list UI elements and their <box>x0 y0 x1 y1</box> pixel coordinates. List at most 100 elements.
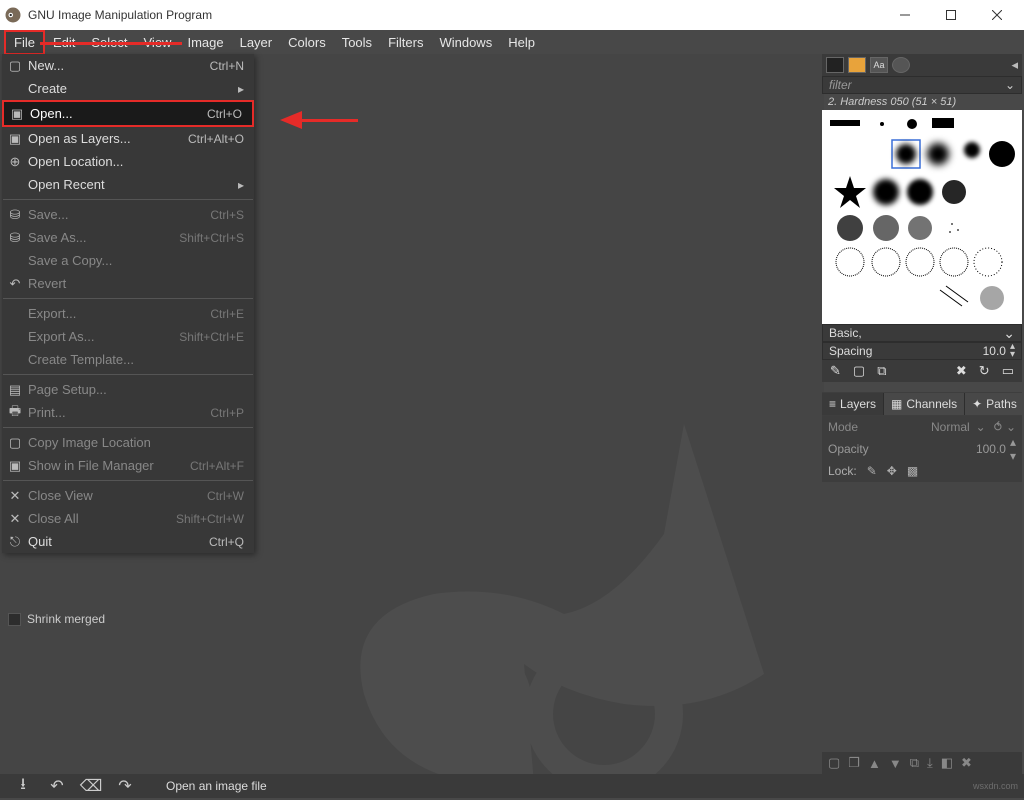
lock-paint-icon[interactable]: ✎ <box>867 464 877 478</box>
shrink-merged-option[interactable]: Shrink merged <box>8 612 105 626</box>
watermark: wsxdn.com <box>973 781 1018 791</box>
lock-alpha-icon[interactable]: ▩ <box>907 464 918 478</box>
title-bar: GNU Image Manipulation Program <box>0 0 1024 30</box>
menu-item-open-as-layers[interactable]: ▣Open as Layers...Ctrl+Alt+O <box>2 127 254 150</box>
delete-brush-icon[interactable]: ✖ <box>956 363 967 379</box>
new-layer-icon[interactable]: ▢ <box>828 755 840 771</box>
menu-item-revert[interactable]: ↶Revert <box>2 272 254 295</box>
menu-item-icon: ▢ <box>2 435 28 451</box>
menu-layer[interactable]: Layer <box>232 32 281 53</box>
menu-item-page-setup[interactable]: ▤Page Setup... <box>2 378 254 401</box>
layers-tabs: ≡Layers ▦Channels ✦Paths ◂ <box>822 392 1022 416</box>
close-button[interactable] <box>974 0 1020 30</box>
chevron-down-icon[interactable]: ⌄ <box>1005 78 1015 92</box>
menu-separator <box>3 427 253 428</box>
menu-item-save[interactable]: ⛁Save...Ctrl+S <box>2 203 254 226</box>
brush-filter-input[interactable]: filter ⌄ <box>822 76 1022 94</box>
menu-item-export[interactable]: Export...Ctrl+E <box>2 302 254 325</box>
layers-icon: ≡ <box>829 397 836 411</box>
lower-layer-icon[interactable]: ▼ <box>889 756 902 771</box>
opacity-slider[interactable]: Opacity 100.0 ▴▾ <box>822 438 1022 460</box>
menu-item-icon: ✕ <box>2 488 28 504</box>
spinner-icon[interactable]: ▴▾ <box>1010 435 1016 463</box>
mask-layer-icon[interactable]: ◧ <box>941 755 953 771</box>
menu-image[interactable]: Image <box>179 32 231 53</box>
tab-fonts[interactable]: Aa <box>870 57 888 73</box>
menu-item-new[interactable]: ▢New...Ctrl+N <box>2 54 254 77</box>
layer-mode-select[interactable]: Mode Normal ⌄ ⥀ ⌄ <box>822 416 1022 438</box>
menu-separator <box>3 199 253 200</box>
wilber-icon <box>304 414 824 774</box>
menu-item-icon: ⛁ <box>2 230 28 246</box>
menu-item-icon: ↶ <box>2 276 28 292</box>
undo-icon[interactable]: ↶ <box>40 776 74 796</box>
edit-brush-icon[interactable]: ✎ <box>830 363 841 379</box>
brush-grid[interactable] <box>822 110 1022 324</box>
spacing-input[interactable]: Spacing 10.0 ▴▾ <box>822 342 1022 360</box>
tab-layers[interactable]: ≡Layers <box>822 393 884 415</box>
dock-menu-icon[interactable]: ◂ <box>1011 57 1018 73</box>
chevron-down-icon[interactable]: ⌄ <box>976 420 986 434</box>
menu-item-open-recent[interactable]: Open Recent▸ <box>2 173 254 196</box>
menu-windows[interactable]: Windows <box>431 32 500 53</box>
merge-layer-icon[interactable]: ⤓ <box>927 755 933 771</box>
shrink-merged-checkbox[interactable] <box>8 613 21 626</box>
paths-icon: ✦ <box>972 397 982 411</box>
menu-filters[interactable]: Filters <box>380 32 431 53</box>
menu-item-quit[interactable]: ⎋QuitCtrl+Q <box>2 530 254 553</box>
menu-item-open-location[interactable]: ⊕Open Location... <box>2 150 254 173</box>
menu-item-show-in-file-manager[interactable]: ▣Show in File ManagerCtrl+Alt+F <box>2 454 254 477</box>
delete-icon[interactable]: ⌫ <box>74 776 108 796</box>
tab-patterns[interactable] <box>848 57 866 73</box>
new-group-icon[interactable]: ❐ <box>848 755 860 771</box>
annotation-strike <box>40 42 182 45</box>
menu-item-icon: ▣ <box>4 106 30 122</box>
menu-tools[interactable]: Tools <box>334 32 380 53</box>
minimize-button[interactable] <box>882 0 928 30</box>
tab-history[interactable] <box>892 57 910 73</box>
redo-icon[interactable]: ↷ <box>108 776 142 796</box>
spinner-icon[interactable]: ▴▾ <box>1010 343 1015 359</box>
open-brush-icon[interactable]: ▭ <box>1002 363 1014 379</box>
lock-move-icon[interactable]: ✥ <box>887 464 897 478</box>
menu-item-icon: ▣ <box>2 131 28 147</box>
menu-separator <box>3 480 253 481</box>
menu-item-export-as[interactable]: Export As...Shift+Ctrl+E <box>2 325 254 348</box>
download-icon[interactable]: ⭳ <box>6 773 40 800</box>
duplicate-layer-icon[interactable]: ⧉ <box>910 755 919 771</box>
menu-help[interactable]: Help <box>500 32 543 53</box>
menu-item-print[interactable]: 🖶Print...Ctrl+P <box>2 401 254 424</box>
menu-item-create-template[interactable]: Create Template... <box>2 348 254 371</box>
menu-colors[interactable]: Colors <box>280 32 334 53</box>
tab-paths[interactable]: ✦Paths <box>965 393 1024 415</box>
duplicate-brush-icon[interactable]: ⧉ <box>877 363 886 379</box>
status-text: Open an image file <box>166 779 267 793</box>
layers-list[interactable] <box>822 482 1022 752</box>
tab-brushes[interactable] <box>826 57 844 73</box>
dock-tabs-top: Aa ◂ <box>822 54 1022 76</box>
brush-preset-select[interactable]: Basic, ⌄ <box>822 324 1022 342</box>
mode-reset-icon[interactable]: ⥀ <box>994 420 1002 434</box>
channels-icon: ▦ <box>891 397 902 411</box>
menu-item-save-as[interactable]: ⛁Save As...Shift+Ctrl+S <box>2 226 254 249</box>
menu-item-close-view[interactable]: ✕Close ViewCtrl+W <box>2 484 254 507</box>
chevron-down-icon[interactable]: ⌄ <box>1006 420 1016 434</box>
chevron-down-icon[interactable]: ⌄ <box>1003 325 1015 342</box>
delete-layer-icon[interactable]: ✖ <box>961 755 972 771</box>
bottom-bar: ⭳ ↶ ⌫ ↷ Open an image file <box>0 774 1024 798</box>
menu-item-copy-image-location[interactable]: ▢Copy Image Location <box>2 431 254 454</box>
menu-item-save-a-copy[interactable]: Save a Copy... <box>2 249 254 272</box>
new-brush-icon[interactable]: ▢ <box>853 363 865 379</box>
menu-item-create[interactable]: Create▸ <box>2 77 254 100</box>
tab-channels[interactable]: ▦Channels <box>884 393 965 415</box>
maximize-button[interactable] <box>928 0 974 30</box>
menu-item-close-all[interactable]: ✕Close AllShift+Ctrl+W <box>2 507 254 530</box>
menu-file[interactable]: File <box>4 30 45 55</box>
menu-item-icon: ⎋ <box>2 534 28 550</box>
menu-item-icon: 🖶 <box>2 402 28 424</box>
refresh-brush-icon[interactable]: ↻ <box>979 363 990 379</box>
menu-item-open[interactable]: ▣Open...Ctrl+O <box>2 100 254 127</box>
window-title: GNU Image Manipulation Program <box>28 8 882 22</box>
raise-layer-icon[interactable]: ▲ <box>868 756 881 771</box>
menu-separator <box>3 374 253 375</box>
